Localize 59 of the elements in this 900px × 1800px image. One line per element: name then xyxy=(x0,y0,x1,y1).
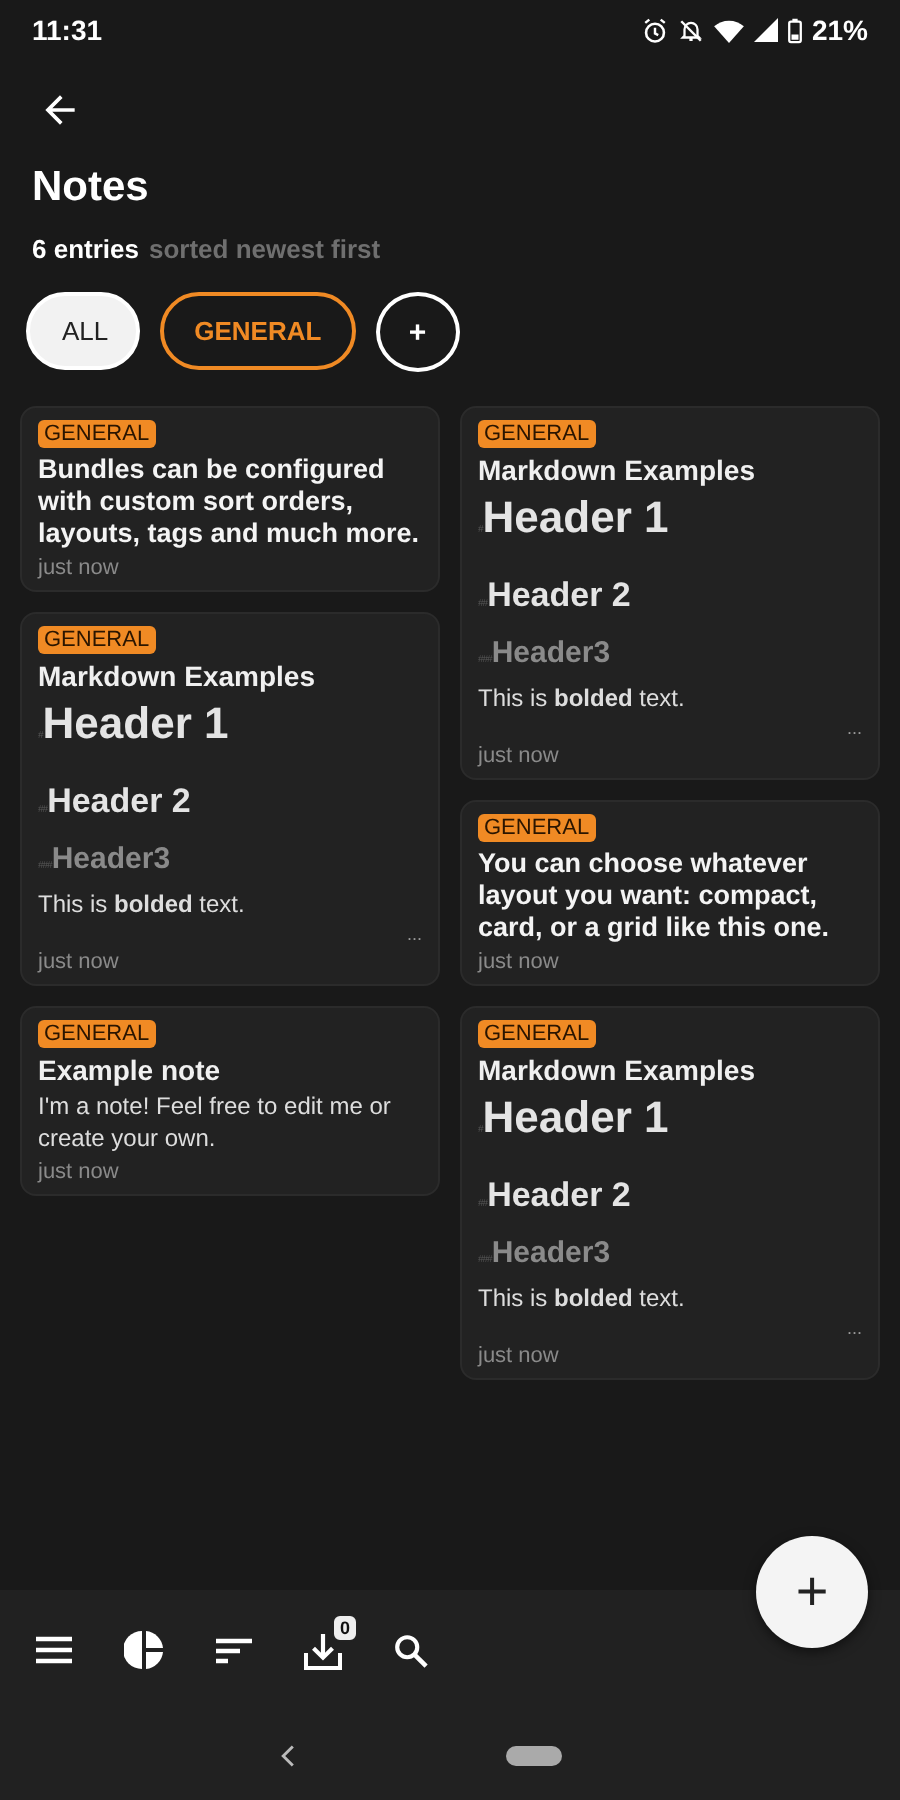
markdown-heading: Header 1 xyxy=(42,698,229,750)
markdown-heading: Header 1 xyxy=(482,1092,669,1144)
add-filter-button[interactable]: + xyxy=(375,292,460,372)
clock-time: 11:31 xyxy=(32,14,103,46)
note-time: just now xyxy=(38,950,119,974)
note-title: Markdown Examples xyxy=(478,1054,755,1086)
entry-count: 6 entries xyxy=(32,234,139,264)
pie-chart-icon[interactable] xyxy=(124,1630,164,1670)
note-time: just now xyxy=(478,1344,559,1368)
note-time: just now xyxy=(38,1160,119,1184)
alarm-icon xyxy=(641,17,668,43)
tag-label: GENERAL xyxy=(478,1020,596,1048)
menu-icon[interactable] xyxy=(36,1636,72,1664)
markdown-heading: Header3 xyxy=(51,842,171,876)
note-title: Example note xyxy=(38,1054,221,1086)
tag-label: GENERAL xyxy=(38,1020,156,1048)
note-text: You can choose whatever layout you want: compact, card, or a grid like this one. xyxy=(478,848,832,944)
sort-description: sorted newest first xyxy=(148,234,381,264)
markdown-heading: Header3 xyxy=(491,1236,611,1270)
markdown-heading: Header 1 xyxy=(482,492,669,544)
note-card[interactable]: GENERAL Example note I'm a note! Feel free to edit me or create your own. just now xyxy=(20,1006,440,1196)
download-tray-icon[interactable] xyxy=(304,1631,342,1669)
note-text: This is bolded text. xyxy=(478,682,685,714)
note-card[interactable]: GENERAL Bundles can be configured with custom sort orders, layouts, tags and much more. just now xyxy=(20,406,440,592)
back-nav-icon[interactable] xyxy=(279,1743,295,1767)
muted-bell-icon xyxy=(677,17,704,43)
search-icon[interactable] xyxy=(394,1633,428,1667)
note-text: I'm a note! Feel free to edit me or create your own. xyxy=(38,1090,393,1154)
tag-label: GENERAL xyxy=(38,420,156,448)
more-indicator: ... xyxy=(406,924,422,944)
home-pill[interactable] xyxy=(505,1745,561,1765)
signal-icon xyxy=(753,18,778,42)
markdown-heading: Header3 xyxy=(491,636,611,670)
markdown-heading: Header 2 xyxy=(47,782,191,822)
markdown-heading: Header 2 xyxy=(487,576,631,616)
more-indicator: ... xyxy=(846,1318,862,1338)
count-badge: 0 xyxy=(331,1613,358,1641)
note-text: Bundles can be configured with custom sort orders, layouts, tags and much more. xyxy=(38,454,422,550)
tag-label: GENERAL xyxy=(478,814,596,842)
note-title: Markdown Examples xyxy=(478,454,755,486)
note-card[interactable]: GENERAL You can choose whatever layout you want: compact, card, or a grid like this one. just now xyxy=(460,800,880,986)
note-time: just now xyxy=(478,950,559,974)
tag-label: GENERAL xyxy=(38,626,156,654)
note-text: This is bolded text. xyxy=(478,1282,685,1314)
wifi-icon xyxy=(713,17,744,43)
battery-percent: 21% xyxy=(811,14,868,46)
page-title: Notes xyxy=(32,164,151,212)
filter-chip[interactable]: ALL xyxy=(26,292,141,370)
sort-icon[interactable] xyxy=(216,1637,252,1663)
note-time: just now xyxy=(38,556,119,580)
filter-chip[interactable]: GENERAL xyxy=(160,292,356,370)
add-note-button[interactable]: + xyxy=(756,1536,868,1648)
note-text: This is bolded text. xyxy=(38,888,245,920)
note-time: just now xyxy=(478,744,559,768)
tag-label: GENERAL xyxy=(478,420,596,448)
note-title: Markdown Examples xyxy=(38,660,315,692)
markdown-heading: Header 2 xyxy=(487,1176,631,1216)
more-indicator: ... xyxy=(846,718,862,738)
battery-icon xyxy=(787,17,802,43)
